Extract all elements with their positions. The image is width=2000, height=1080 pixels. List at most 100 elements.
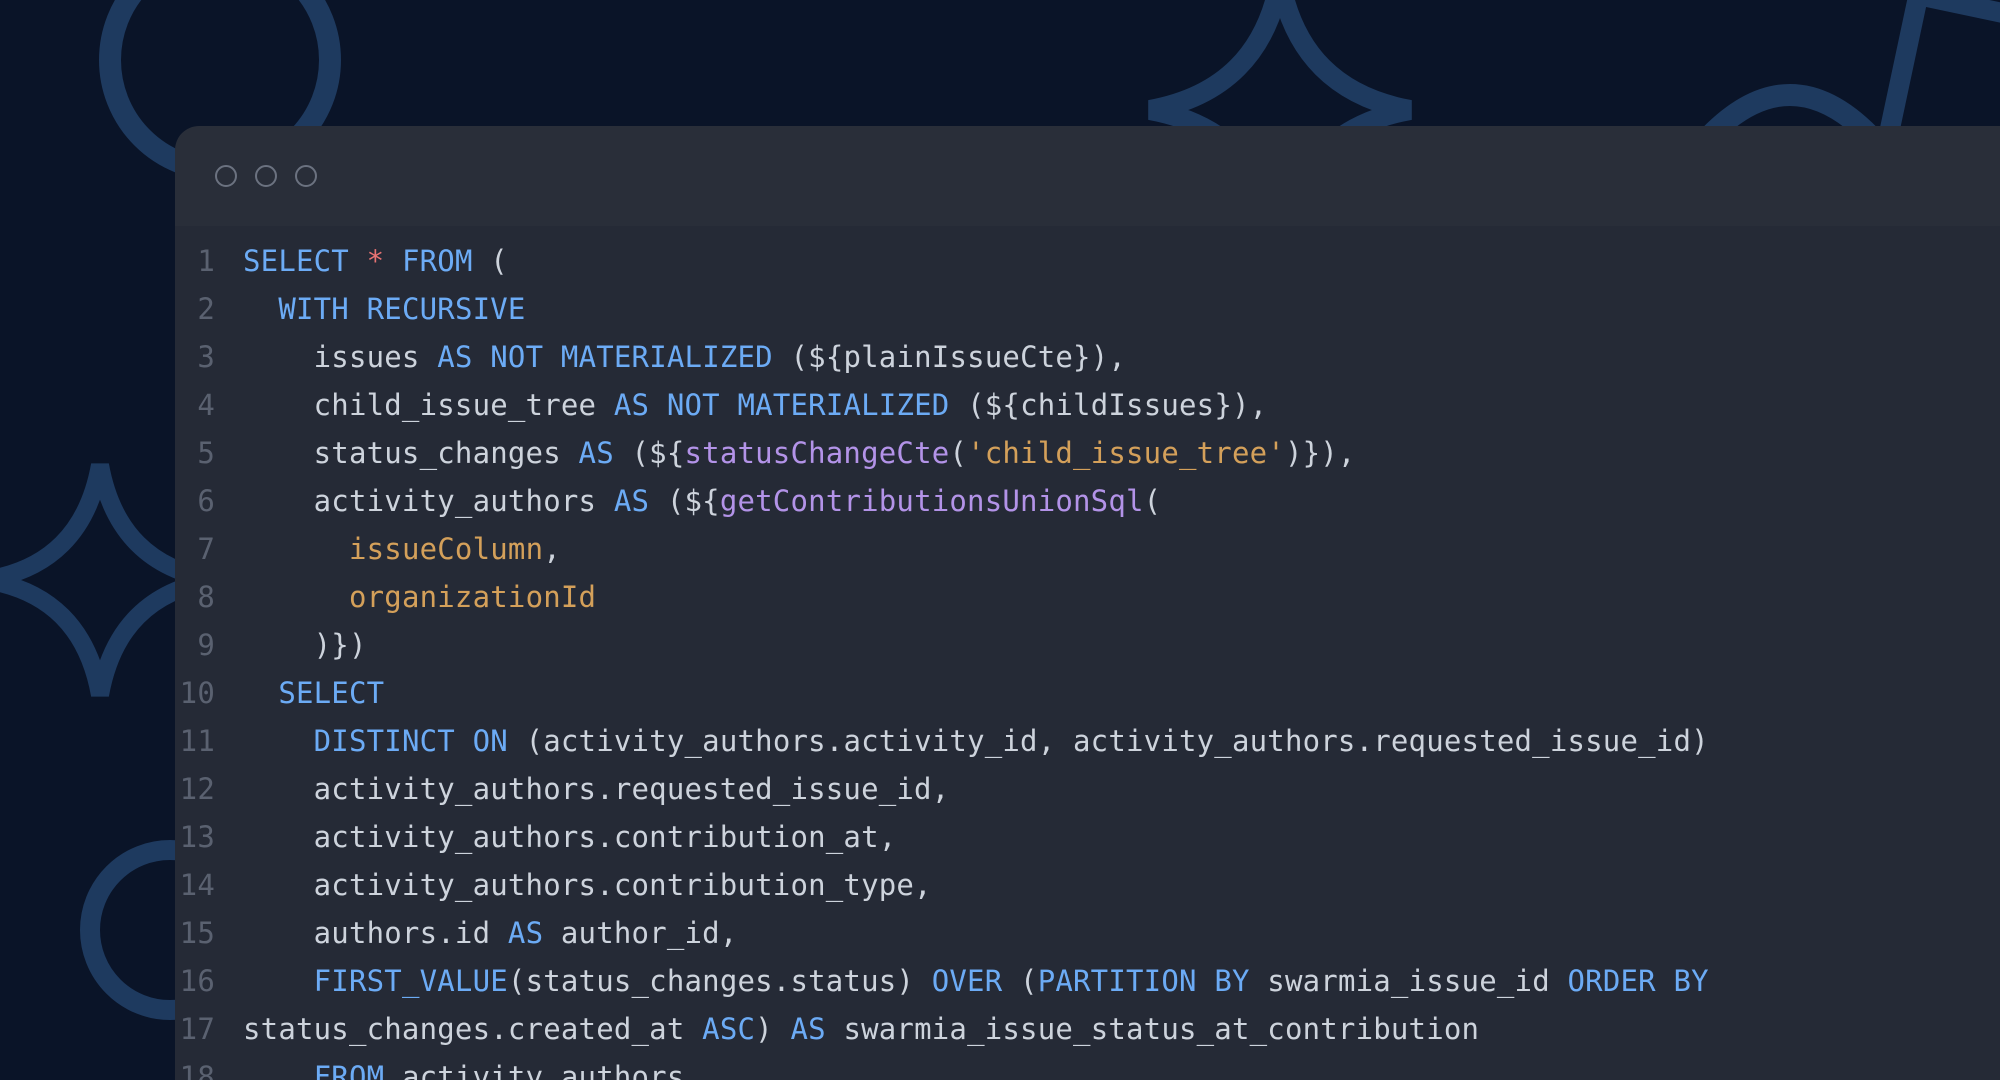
code-token: author_id, [543,916,737,950]
window-close-dot[interactable] [215,165,237,187]
line-number: 18 [175,1060,243,1080]
line-content: status_changes AS (${statusChangeCte('ch… [243,436,1356,470]
code-token: swarmia_issue_id [1250,964,1568,998]
code-token [1656,964,1674,998]
code-token [1197,964,1215,998]
code-line: 1SELECT * FROM ( [175,244,2000,292]
code-token: activity_authors [243,484,614,518]
code-token [243,964,314,998]
line-content: WITH RECURSIVE [243,292,526,326]
code-token: )}), [1285,436,1356,470]
code-line: 14 activity_authors.contribution_type, [175,868,2000,916]
line-content: FROM activity_authors [243,1060,685,1080]
code-token: )}) [243,628,367,662]
line-content: DISTINCT ON (activity_authors.activity_i… [243,724,1709,758]
line-number: 11 [175,724,243,758]
code-line: 15 authors.id AS author_id, [175,916,2000,964]
code-token: AS [614,484,649,518]
code-token: * [367,244,385,278]
line-content: activity_authors.requested_issue_id, [243,772,949,806]
code-token: ORDER [1568,964,1656,998]
code-token [543,340,561,374]
code-token: MATERIALIZED [738,388,950,422]
code-token [349,292,367,326]
code-token: swarmia_issue_status_at_contribution [826,1012,1479,1046]
code-token: FROM [402,244,473,278]
code-line: 4 child_issue_tree AS NOT MATERIALIZED (… [175,388,2000,436]
line-content: activity_authors.contribution_type, [243,868,932,902]
code-line: 17status_changes.created_at ASC) AS swar… [175,1012,2000,1060]
code-token [649,388,667,422]
code-token [243,580,349,614]
line-content: FIRST_VALUE(status_changes.status) OVER … [243,964,1709,998]
code-line: 8 organizationId [175,580,2000,628]
line-number: 12 [175,772,243,806]
line-content: SELECT [243,676,384,710]
code-token: ( [1144,484,1162,518]
line-number: 1 [175,244,243,278]
code-token [720,388,738,422]
code-token [455,724,473,758]
code-token: (${ [614,436,685,470]
line-number: 3 [175,340,243,374]
code-token: authors.id [243,916,508,950]
code-editor[interactable]: 1SELECT * FROM (2 WITH RECURSIVE3 issues… [175,226,2000,1080]
code-token: MATERIALIZED [561,340,773,374]
code-token [349,244,367,278]
line-number: 8 [175,580,243,614]
code-token: statusChangeCte [685,436,950,470]
code-token [243,532,349,566]
code-line: 13 activity_authors.contribution_at, [175,820,2000,868]
code-token: issueColumn [349,532,543,566]
code-token: ) [755,1012,790,1046]
line-number: 10 [175,676,243,710]
code-token: WITH [278,292,349,326]
code-line: 9 )}) [175,628,2000,676]
code-token [243,292,278,326]
code-token [243,724,314,758]
line-number: 7 [175,532,243,566]
code-line: 10 SELECT [175,676,2000,724]
code-token: AS [437,340,472,374]
code-token [243,676,278,710]
code-token: AS [790,1012,825,1046]
code-token: activity_authors [384,1060,684,1080]
code-token: SELECT [243,244,349,278]
code-line: 3 issues AS NOT MATERIALIZED (${plainIss… [175,340,2000,388]
code-token: AS [614,388,649,422]
code-line: 11 DISTINCT ON (activity_authors.activit… [175,724,2000,772]
code-token: ( [1002,964,1037,998]
code-token: activity_authors.contribution_type, [243,868,932,902]
code-token: ASC [702,1012,755,1046]
code-line: 5 status_changes AS (${statusChangeCte('… [175,436,2000,484]
line-number: 5 [175,436,243,470]
code-token: activity_authors.contribution_at, [243,820,896,854]
code-token: NOT [667,388,720,422]
code-token: BY [1674,964,1709,998]
code-token [384,244,402,278]
code-token: ( [473,244,508,278]
code-token: (status_changes.status) [508,964,932,998]
code-token: PARTITION [1038,964,1197,998]
code-line: 12 activity_authors.requested_issue_id, [175,772,2000,820]
line-content: status_changes.created_at ASC) AS swarmi… [243,1012,1479,1046]
code-token: 'child_issue_tree' [967,436,1285,470]
code-token: (${plainIssueCte}), [773,340,1126,374]
code-line: 6 activity_authors AS (${getContribution… [175,484,2000,532]
window-maximize-dot[interactable] [295,165,317,187]
code-token: (activity_authors.activity_id, activity_… [508,724,1709,758]
line-number: 17 [175,1012,243,1046]
code-token: status_changes [243,436,579,470]
line-number: 14 [175,868,243,902]
code-token: child_issue_tree [243,388,614,422]
code-token: getContributionsUnionSql [720,484,1144,518]
window-minimize-dot[interactable] [255,165,277,187]
line-content: activity_authors.contribution_at, [243,820,896,854]
code-token: DISTINCT [314,724,455,758]
code-token [243,1060,314,1080]
code-token: AS [508,916,543,950]
line-content: issues AS NOT MATERIALIZED (${plainIssue… [243,340,1126,374]
code-token: issues [243,340,437,374]
editor-window: 1SELECT * FROM (2 WITH RECURSIVE3 issues… [175,126,2000,1080]
code-token: , [543,532,561,566]
